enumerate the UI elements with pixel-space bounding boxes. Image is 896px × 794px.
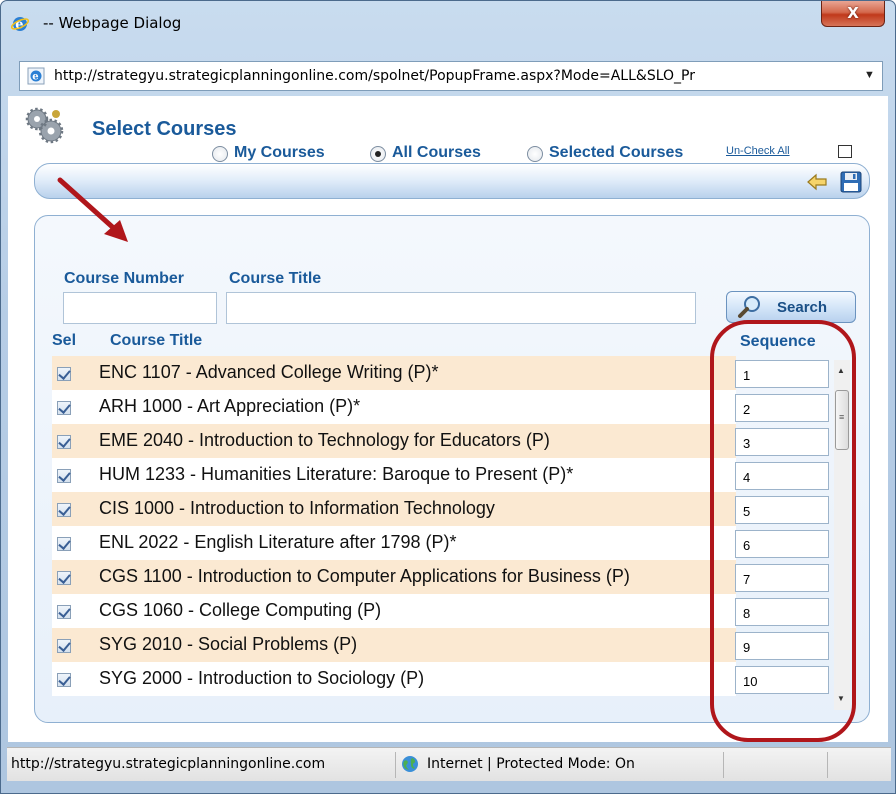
status-divider <box>827 752 828 778</box>
table-row: ARH 1000 - Art Appreciation (P)* <box>52 390 736 424</box>
course-number-input[interactable] <box>63 292 217 324</box>
course-number-label: Course Number <box>64 270 185 287</box>
chevron-down-icon[interactable]: ▼ <box>864 69 875 81</box>
status-bar: http://strategyu.strategicplanningonline… <box>7 747 891 781</box>
security-zone: Internet | Protected Mode: On <box>427 756 635 772</box>
address-url: http://strategyu.strategicplanningonline… <box>54 68 695 84</box>
table-row: CGS 1060 - College Computing (P) <box>52 594 736 628</box>
sequence-input[interactable]: 5 <box>735 496 829 524</box>
column-header-sel: Sel <box>52 332 77 349</box>
course-title-input[interactable] <box>226 292 696 324</box>
row-checkbox[interactable] <box>57 605 71 619</box>
sequence-input[interactable]: 8 <box>735 598 829 626</box>
course-title: HUM 1233 - Humanities Literature: Baroqu… <box>99 464 574 484</box>
row-checkbox[interactable] <box>57 401 71 415</box>
search-button-label: Search <box>777 299 828 316</box>
table-row: CGS 1100 - Introduction to Computer Appl… <box>52 560 736 594</box>
radio-label: Selected Courses <box>549 144 684 161</box>
sequence-input[interactable]: 7 <box>735 564 829 592</box>
course-title: SYG 2000 - Introduction to Sociology (P) <box>99 668 425 688</box>
course-title: EME 2040 - Introduction to Technology fo… <box>99 430 550 450</box>
course-title: CGS 1060 - College Computing (P) <box>99 600 382 620</box>
sequence-input[interactable]: 4 <box>735 462 829 490</box>
scroll-thumb[interactable]: ≡ <box>835 390 849 450</box>
radio-label: All Courses <box>392 144 481 161</box>
course-title-label: Course Title <box>229 270 322 287</box>
uncheck-all-checkbox[interactable] <box>838 145 852 158</box>
sequence-input[interactable]: 9 <box>735 632 829 660</box>
course-title: CGS 1100 - Introduction to Computer Appl… <box>99 566 630 586</box>
table-row: SYG 2000 - Introduction to Sociology (P) <box>52 662 736 696</box>
course-title: SYG 2010 - Social Problems (P) <box>99 634 358 654</box>
row-checkbox[interactable] <box>57 571 71 585</box>
save-icon[interactable] <box>840 171 862 193</box>
back-icon[interactable] <box>806 172 828 192</box>
sequence-input[interactable]: 1 <box>735 360 829 388</box>
search-icon <box>738 296 760 318</box>
row-checkbox[interactable] <box>57 537 71 551</box>
radio-selected-courses[interactable] <box>527 146 543 162</box>
status-divider <box>395 752 396 778</box>
globe-icon <box>402 756 418 772</box>
svg-text:e: e <box>32 72 38 83</box>
status-divider <box>723 752 724 778</box>
ie-icon: e <box>11 17 29 33</box>
course-title: CIS 1000 - Introduction to Information T… <box>99 498 495 518</box>
radio-all-courses[interactable] <box>370 146 386 162</box>
search-button[interactable]: Search <box>726 291 856 323</box>
scroll-up-icon[interactable]: ▲ <box>837 366 845 375</box>
row-checkbox[interactable] <box>57 639 71 653</box>
gears-icon <box>25 107 64 144</box>
course-title: ENL 2022 - English Literature after 1798… <box>99 532 457 552</box>
course-title: ENC 1107 - Advanced College Writing (P)* <box>99 362 439 382</box>
ie-page-icon: e <box>27 67 45 85</box>
table-row: ENL 2022 - English Literature after 1798… <box>52 526 736 560</box>
row-checkbox[interactable] <box>57 469 71 483</box>
page-title: Select Courses <box>92 118 237 140</box>
course-list: ENC 1107 - Advanced College Writing (P)*… <box>52 356 852 710</box>
sequence-input[interactable]: 3 <box>735 428 829 456</box>
table-row: HUM 1233 - Humanities Literature: Baroqu… <box>52 458 736 492</box>
row-checkbox[interactable] <box>57 435 71 449</box>
column-header-sequence: Sequence <box>740 333 816 350</box>
scroll-down-icon[interactable]: ▼ <box>837 694 845 703</box>
row-checkbox[interactable] <box>57 367 71 381</box>
course-title: ARH 1000 - Art Appreciation (P)* <box>99 396 361 416</box>
column-header-course-title: Course Title <box>110 332 203 349</box>
uncheck-all-link[interactable]: Un-Check All <box>726 145 790 157</box>
sequence-input[interactable]: 6 <box>735 530 829 558</box>
list-scrollbar[interactable]: ▲ ≡ ▼ <box>834 360 850 710</box>
row-checkbox[interactable] <box>57 673 71 687</box>
close-icon: X <box>847 4 859 22</box>
table-row: EME 2040 - Introduction to Technology fo… <box>52 424 736 458</box>
sequence-input[interactable]: 10 <box>735 666 829 694</box>
toolbar <box>34 163 870 199</box>
grip-icon: ≡ <box>839 412 845 422</box>
radio-my-courses[interactable] <box>212 146 228 162</box>
radio-label: My Courses <box>234 144 325 161</box>
table-row: ENC 1107 - Advanced College Writing (P)* <box>52 356 736 390</box>
table-row: CIS 1000 - Introduction to Information T… <box>52 492 736 526</box>
address-bar[interactable]: e http://strategyu.strategicplanningonli… <box>19 61 883 91</box>
title-bar[interactable]: e -- Webpage Dialog <box>1 1 895 47</box>
row-checkbox[interactable] <box>57 503 71 517</box>
sequence-input[interactable]: 2 <box>735 394 829 422</box>
table-row: SYG 2010 - Social Problems (P) <box>52 628 736 662</box>
window-title: -- Webpage Dialog <box>43 14 182 32</box>
status-url: http://strategyu.strategicplanningonline… <box>11 756 326 772</box>
close-button[interactable]: X <box>821 1 885 27</box>
